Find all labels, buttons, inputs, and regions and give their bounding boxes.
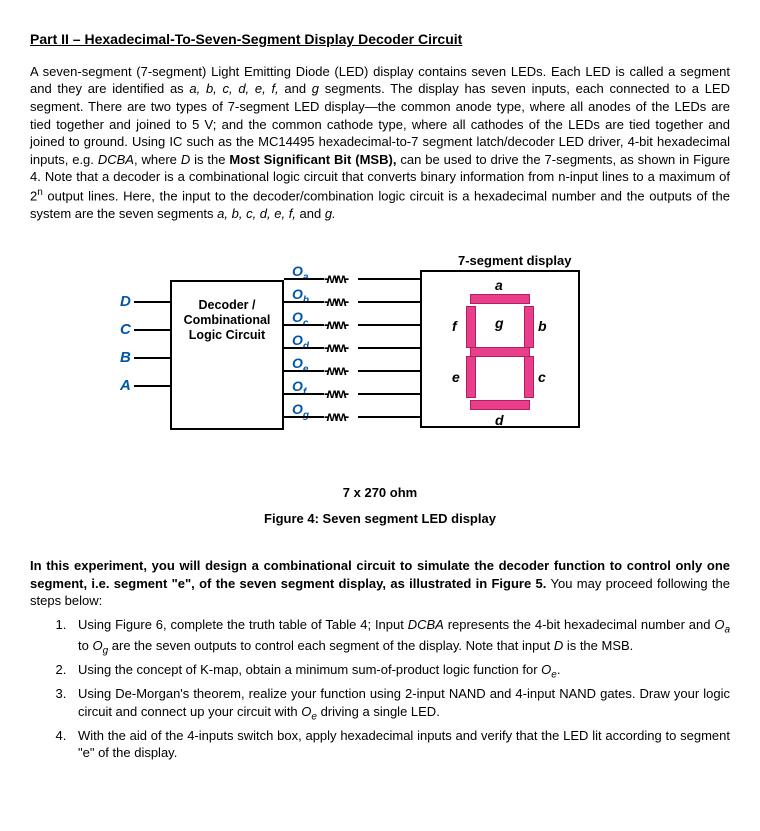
input-C: C — [120, 320, 131, 340]
output-Of: Of — [292, 377, 306, 399]
output-Og: Og — [292, 400, 309, 422]
resistor-a: -ʍʍ- — [324, 269, 347, 288]
seg-label-f: f — [452, 317, 457, 336]
wire-C — [134, 329, 170, 331]
p1-b: and — [279, 81, 312, 96]
segment-b — [524, 306, 534, 348]
output-Oc: Oc — [292, 308, 308, 330]
s2-oe: Oe — [541, 662, 557, 677]
s1-dcba: DCBA — [408, 617, 444, 632]
p1-g2: output lines. Here, the input to the dec… — [30, 188, 730, 221]
figure-diagram: 7-segment display D C B A Decoder / Comb… — [120, 252, 640, 482]
paragraph-1: A seven-segment (7-segment) Light Emitti… — [30, 63, 730, 222]
segment-a — [470, 294, 530, 304]
step-3: Using De-Morgan's theorem, realize your … — [70, 685, 730, 724]
resistor-value: 7 x 270 ohm — [30, 484, 730, 502]
decoder-l3: Logic Circuit — [172, 328, 282, 343]
p1-d: , where — [134, 152, 181, 167]
output-Ob: Ob — [292, 285, 309, 307]
s2-b: . — [557, 662, 561, 677]
display-title: 7-segment display — [458, 252, 571, 270]
seg-label-c: c — [538, 368, 546, 387]
segment-f — [466, 306, 476, 348]
seg-label-a: a — [495, 276, 503, 295]
s3-oe: Oe — [301, 704, 317, 719]
s1-oa: Oa — [714, 617, 730, 632]
s1-d: are the seven outputs to control each se… — [108, 638, 554, 653]
steps-list: Using Figure 6, complete the truth table… — [70, 616, 730, 762]
p1-D: D — [181, 152, 190, 167]
s1-a: Using Figure 6, complete the truth table… — [78, 617, 408, 632]
p1-seglist: a, b, c, d, e, f, — [189, 81, 278, 96]
p1-dcba: DCBA — [98, 152, 134, 167]
input-A: A — [120, 376, 131, 396]
resistor-g: -ʍʍ- — [324, 407, 347, 426]
wire-in-b — [358, 301, 420, 303]
wire-Ob — [284, 301, 324, 303]
wire-Oc — [284, 324, 324, 326]
p1-gseg2: g. — [325, 206, 336, 221]
wire-in-c — [358, 324, 420, 326]
s3-b: driving a single LED. — [317, 704, 440, 719]
s1-c: to — [78, 638, 92, 653]
p1-seglist2: a, b, c, d, e, f, — [217, 206, 296, 221]
wire-Oa — [284, 278, 324, 280]
resistor-f: -ʍʍ- — [324, 384, 347, 403]
p1-msb: Most Significant Bit (MSB), — [229, 152, 396, 167]
seg-label-e: e — [452, 368, 460, 387]
decoder-box: Decoder / Combinational Logic Circuit — [170, 280, 284, 430]
segment-e — [466, 356, 476, 398]
wire-Og — [284, 416, 324, 418]
s1-og: Og — [92, 638, 108, 653]
s2-a: Using the concept of K-map, obtain a min… — [78, 662, 541, 677]
wire-in-g — [358, 416, 420, 418]
section-title: Part II – Hexadecimal-To-Seven-Segment D… — [30, 30, 730, 49]
resistor-e: -ʍʍ- — [324, 361, 347, 380]
wire-B — [134, 357, 170, 359]
input-D: D — [120, 292, 131, 312]
s1-e: is the MSB. — [563, 638, 633, 653]
segment-g — [470, 347, 530, 357]
s1-D: D — [554, 638, 563, 653]
wire-A — [134, 385, 170, 387]
segment-c — [524, 356, 534, 398]
seg-label-d: d — [495, 411, 504, 430]
wire-Of — [284, 393, 324, 395]
resistor-d: -ʍʍ- — [324, 338, 347, 357]
wire-D — [134, 301, 170, 303]
wire-Oe — [284, 370, 324, 372]
p1-g: g — [312, 81, 319, 96]
p1-e: is the — [190, 152, 229, 167]
decoder-l2: Combinational — [172, 313, 282, 328]
wire-in-a — [358, 278, 420, 280]
seg-label-g: g — [495, 314, 504, 333]
step-2: Using the concept of K-map, obtain a min… — [70, 661, 730, 682]
input-B: B — [120, 348, 131, 368]
p1-h: and — [296, 206, 325, 221]
seven-segment-box: a b c d e f g — [420, 270, 580, 428]
resistor-c: -ʍʍ- — [324, 315, 347, 334]
wire-Od — [284, 347, 324, 349]
paragraph-2: In this experiment, you will design a co… — [30, 557, 730, 610]
step-1: Using Figure 6, complete the truth table… — [70, 616, 730, 658]
figure-4: 7-segment display D C B A Decoder / Comb… — [30, 252, 730, 527]
figure-caption: Figure 4: Seven segment LED display — [30, 510, 730, 528]
s1-b: represents the 4-bit hexadecimal number … — [444, 617, 714, 632]
output-Oe: Oe — [292, 354, 308, 376]
output-Od: Od — [292, 331, 309, 353]
resistor-b: -ʍʍ- — [324, 292, 347, 311]
output-Oa: Oa — [292, 262, 308, 284]
wire-in-d — [358, 347, 420, 349]
decoder-l1: Decoder / — [172, 298, 282, 313]
step-4: With the aid of the 4-inputs switch box,… — [70, 727, 730, 762]
wire-in-f — [358, 393, 420, 395]
seg-label-b: b — [538, 317, 547, 336]
segment-d — [470, 400, 530, 410]
wire-in-e — [358, 370, 420, 372]
